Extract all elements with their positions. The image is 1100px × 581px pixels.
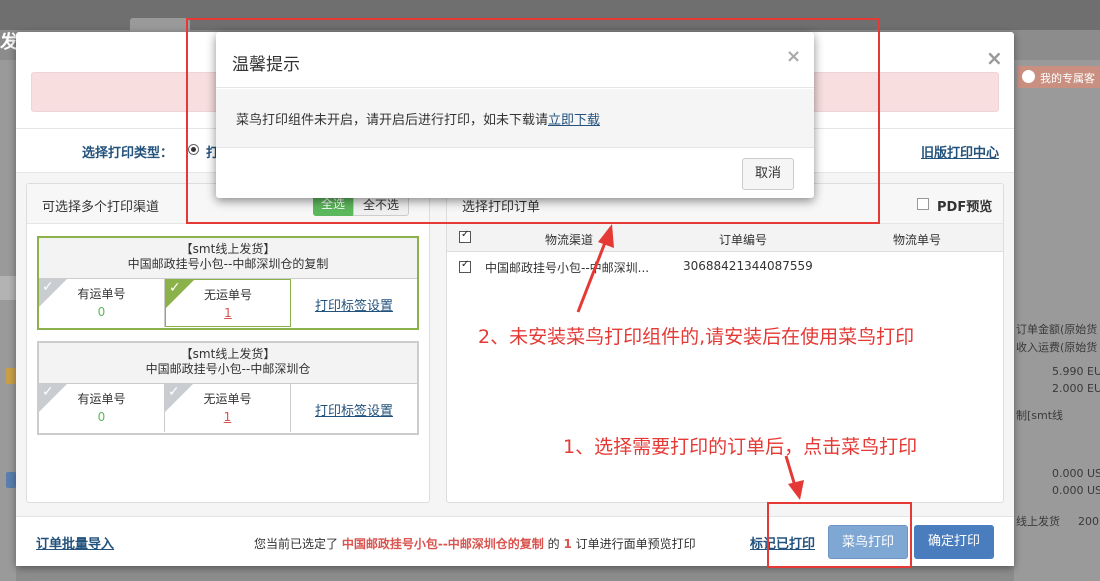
arrow-head <box>598 224 614 248</box>
arrow-line <box>784 455 797 487</box>
arrow-line <box>576 239 608 313</box>
annotation-arrows <box>576 224 804 500</box>
arrow-head <box>788 480 804 500</box>
